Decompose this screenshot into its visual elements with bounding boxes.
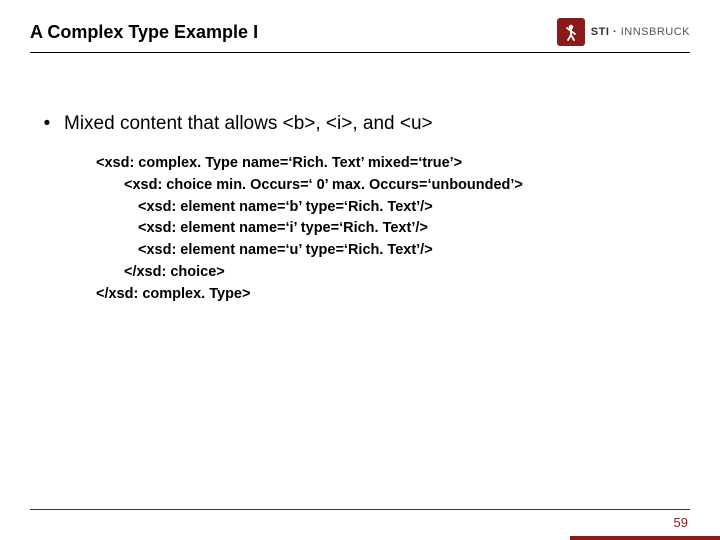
logo-dot: ·	[609, 26, 620, 38]
sti-logo-icon	[557, 18, 585, 46]
sti-logo-text: STI · INNSBRUCK	[591, 26, 690, 38]
code-line: <xsd: element name=‘i’ type=‘Rich. Text’…	[96, 218, 690, 240]
slide-content: • Mixed content that allows <b>, <i>, an…	[0, 53, 720, 305]
code-line: <xsd: complex. Type name=‘Rich. Text’ mi…	[96, 153, 690, 175]
bullet-text: Mixed content that allows <b>, <i>, and …	[64, 113, 433, 135]
page-number: 59	[674, 515, 688, 530]
bullet-item: • Mixed content that allows <b>, <i>, an…	[30, 113, 690, 135]
bullet-marker: •	[30, 113, 64, 135]
bottom-accent-bar	[570, 536, 720, 540]
logo-abbrev: STI	[591, 26, 610, 38]
code-line: <xsd: element name=‘u’ type=‘Rich. Text’…	[96, 240, 690, 262]
code-line: <xsd: choice min. Occurs=‘ 0’ max. Occur…	[96, 175, 690, 197]
slide-header: A Complex Type Example I STI · INNSBRUCK	[0, 0, 720, 52]
code-line: </xsd: complex. Type>	[96, 284, 690, 306]
code-line: </xsd: choice>	[96, 262, 690, 284]
code-line: <xsd: element name=‘b’ type=‘Rich. Text’…	[96, 197, 690, 219]
footer-divider	[30, 509, 690, 510]
code-block: <xsd: complex. Type name=‘Rich. Text’ mi…	[96, 153, 690, 305]
slide-title: A Complex Type Example I	[30, 22, 258, 43]
sti-logo: STI · INNSBRUCK	[557, 18, 690, 46]
logo-name: INNSBRUCK	[621, 26, 690, 38]
